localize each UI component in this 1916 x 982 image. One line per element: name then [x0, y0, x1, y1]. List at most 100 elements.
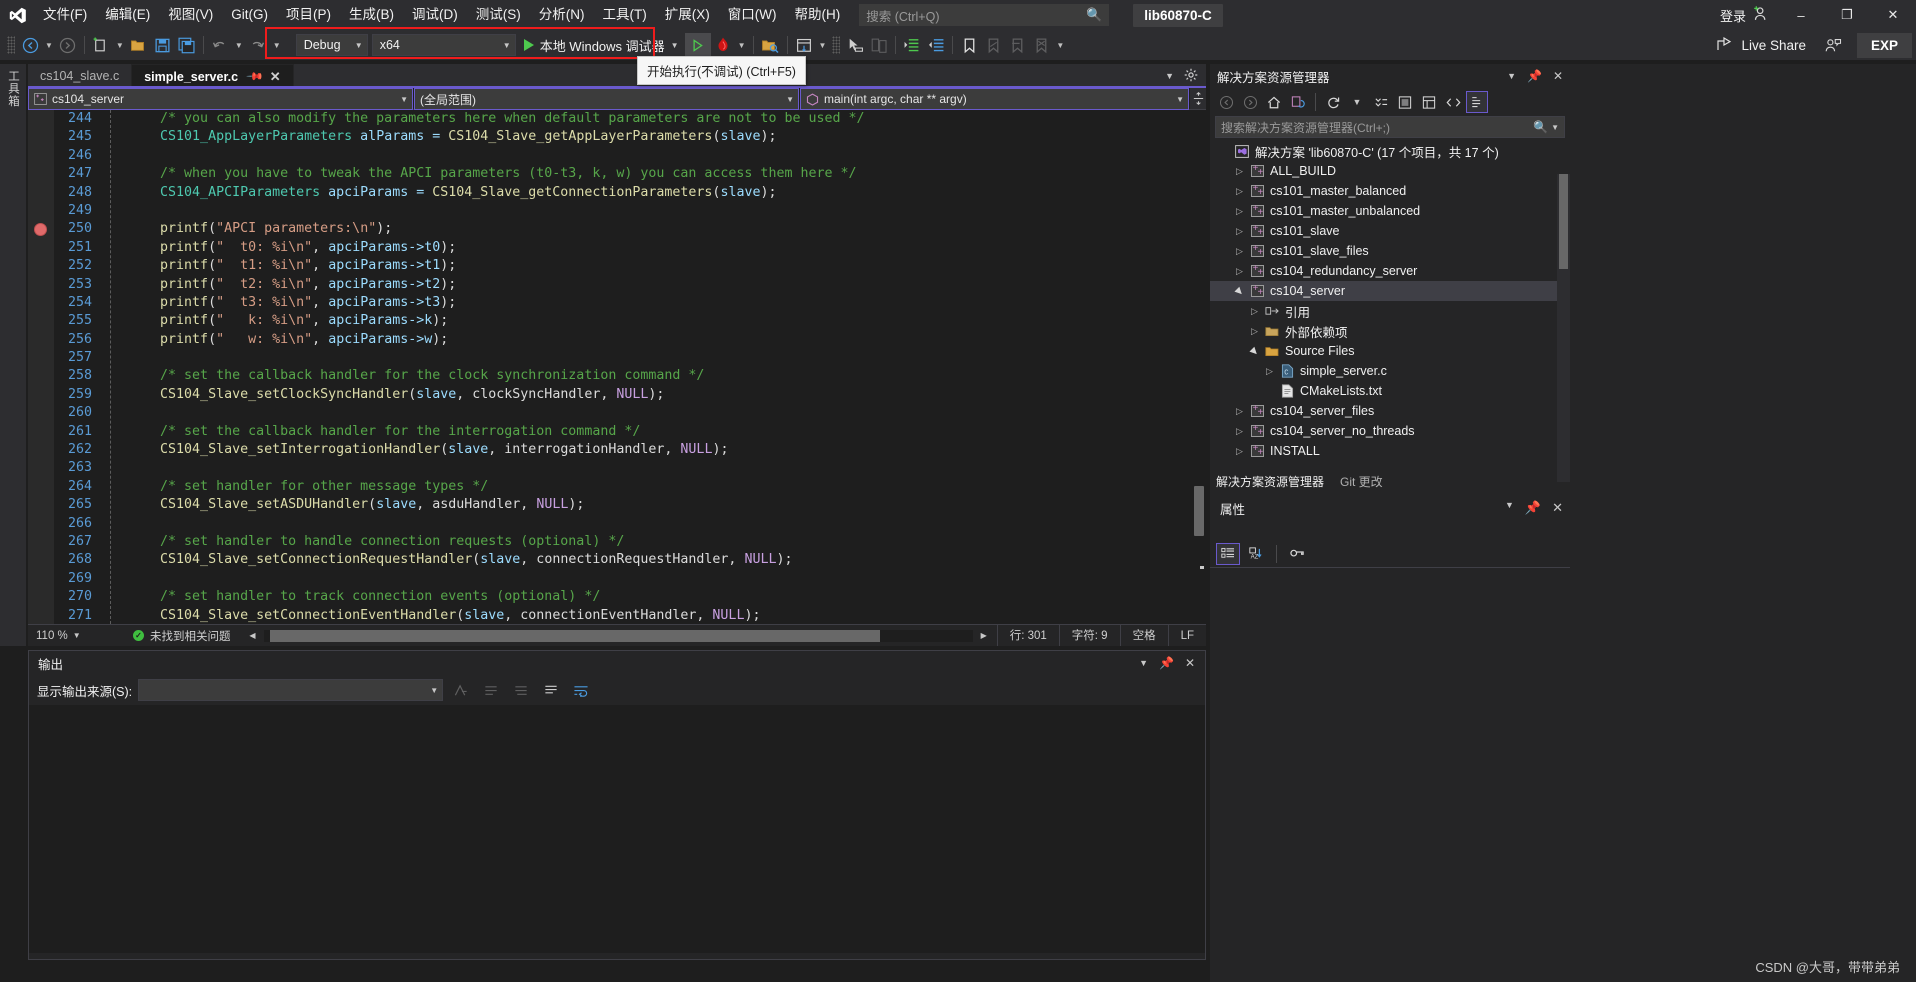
chevron-down-icon[interactable]: ▼ — [1551, 123, 1559, 132]
open-file-icon[interactable] — [127, 33, 151, 57]
indent-icon[interactable] — [900, 33, 924, 57]
menu-item-build[interactable]: 生成(B) — [340, 0, 403, 30]
pin-icon[interactable]: 📌 — [1527, 69, 1542, 83]
quick-launch-search[interactable]: 搜索 (Ctrl+Q) 🔍 — [859, 4, 1110, 26]
code-line[interactable]: CS104_Slave_setClockSyncHandler(slave, c… — [128, 386, 1206, 404]
chevron-collapsed-icon[interactable]: ▷ — [1231, 266, 1248, 277]
bookmark-next-icon[interactable] — [1005, 33, 1029, 57]
hscroll-thumb[interactable] — [269, 629, 880, 642]
compare-files-icon[interactable] — [867, 33, 891, 57]
navigate-forward-icon[interactable] — [56, 33, 80, 57]
split-window-icon[interactable] — [1190, 88, 1206, 109]
pin-icon[interactable]: 📌 — [1525, 500, 1541, 516]
code-line[interactable] — [128, 570, 1206, 588]
zoom-level-control[interactable]: 110 % ▼ — [28, 630, 124, 642]
chevron-expanded-icon[interactable]: ▶ — [1230, 281, 1250, 301]
code-line[interactable]: /* set handler for other message types *… — [128, 478, 1206, 496]
tree-item[interactable]: ▷ cs101_slave — [1210, 221, 1570, 241]
code-line[interactable] — [128, 404, 1206, 422]
code-line[interactable]: CS104_Slave_setConnectionRequestHandler(… — [128, 551, 1206, 569]
menu-item-project[interactable]: 项目(P) — [277, 0, 340, 30]
pin-icon[interactable]: 📌 — [245, 67, 264, 86]
chevron-collapsed-icon[interactable]: ▷ — [1246, 326, 1263, 337]
toolbox-rail[interactable]: 工具箱 — [0, 64, 26, 646]
code-line[interactable] — [128, 147, 1206, 165]
toolbar-overflow-icon[interactable]: ▼ — [1053, 41, 1067, 50]
tree-item[interactable]: ▷ Csimple_server.c — [1210, 361, 1570, 381]
output-source-combo[interactable]: ▼ — [138, 679, 444, 701]
solution-configuration-combo[interactable]: Debug ▼ — [295, 34, 368, 56]
editor-vertical-scrollbar[interactable] — [1192, 156, 1206, 624]
tree-item[interactable]: ▷ INSTALL — [1210, 441, 1570, 461]
forward-icon[interactable] — [1239, 91, 1261, 113]
chevron-collapsed-icon[interactable]: ▷ — [1231, 166, 1248, 177]
chevron-collapsed-icon[interactable]: ▷ — [1231, 246, 1248, 257]
tree-item[interactable]: ▷ cs101_master_balanced — [1210, 181, 1570, 201]
save-icon[interactable] — [151, 33, 175, 57]
breakpoint-glyph-margin[interactable] — [28, 110, 54, 624]
undo-dropdown-icon[interactable]: ▼ — [232, 41, 246, 50]
chevron-down-icon[interactable]: ▼ — [1139, 658, 1148, 668]
chevron-collapsed-icon[interactable]: ▷ — [1231, 406, 1248, 417]
menu-item-extensions[interactable]: 扩展(X) — [656, 0, 719, 30]
menu-item-window[interactable]: 窗口(W) — [719, 0, 786, 30]
tree-item[interactable]: ▷ ALL_BUILD — [1210, 161, 1570, 181]
chevron-down-icon[interactable]: ▼ — [1346, 91, 1368, 113]
menu-item-test[interactable]: 测试(S) — [467, 0, 530, 30]
redo-icon[interactable] — [246, 33, 270, 57]
chevron-down-icon[interactable]: ▼ — [1505, 500, 1514, 516]
tree-item[interactable]: ▷ 外部依赖项 — [1210, 321, 1570, 341]
show-all-files-icon[interactable] — [1394, 91, 1416, 113]
hot-reload-dropdown-icon[interactable]: ▼ — [735, 41, 749, 50]
tab-solution-explorer[interactable]: 解决方案资源管理器 — [1216, 473, 1324, 490]
output-toggle-icon-1[interactable] — [479, 678, 503, 702]
editor-horizontal-scrollbar[interactable]: ◀ ▶ — [246, 629, 991, 643]
close-icon[interactable]: ✕ — [270, 69, 281, 85]
categorized-icon[interactable] — [1216, 542, 1240, 565]
code-view-icon[interactable] — [1442, 91, 1464, 113]
code-line[interactable]: /* you can also modify the parameters he… — [128, 110, 1206, 128]
code-line[interactable]: /* set the callback handler for the cloc… — [128, 367, 1206, 385]
tree-item[interactable]: ▶ cs104_server — [1210, 281, 1570, 301]
tree-item[interactable]: ▷ cs104_server_no_threads — [1210, 421, 1570, 441]
close-icon[interactable]: ✕ — [1185, 656, 1195, 670]
problems-indicator[interactable]: ✓ 未找到相关问题 — [124, 628, 240, 644]
solution-explorer-scrollbar[interactable] — [1557, 174, 1570, 482]
undo-icon[interactable] — [208, 33, 232, 57]
line-ending-indicator[interactable]: LF — [1167, 624, 1206, 647]
code-line[interactable]: /* when you have to tweak the APCI param… — [128, 165, 1206, 183]
property-pages-icon[interactable] — [1285, 543, 1309, 565]
navbar-project-combo[interactable]: cs104_server ▼ — [28, 88, 413, 110]
start-debugging-button[interactable]: 本地 Windows 调试器 ▼ — [518, 33, 685, 57]
code-line[interactable]: printf(" k: %i\n", apciParams->k); — [128, 312, 1206, 330]
solution-tree[interactable]: 解决方案 'lib60870-C' (17 个项目，共 17 个) ▷ ALL_BU… — [1210, 141, 1570, 461]
start-without-debugging-icon[interactable] — [684, 33, 711, 57]
pin-icon[interactable]: 📌 — [1159, 656, 1174, 670]
restore-button[interactable]: ❐ — [1824, 0, 1870, 30]
sign-in-button[interactable]: 登录 — [1710, 5, 1778, 25]
window-layout-icon[interactable] — [792, 33, 816, 57]
redo-dropdown-icon[interactable]: ▼ — [270, 41, 284, 50]
tree-item[interactable]: ▷ cs101_master_unbalanced — [1210, 201, 1570, 221]
menu-item-view[interactable]: 视图(V) — [159, 0, 222, 30]
gear-icon[interactable] — [1184, 68, 1198, 85]
alphabetical-icon[interactable]: AZ — [1244, 543, 1268, 565]
menu-item-tools[interactable]: 工具(T) — [594, 0, 656, 30]
chevron-down-icon[interactable]: ▼ — [1507, 71, 1516, 81]
tree-item[interactable]: ▷ cs101_slave_files — [1210, 241, 1570, 261]
navbar-member-combo[interactable]: main(int argc, char ** argv) ▼ — [800, 88, 1189, 110]
menu-item-debug[interactable]: 调试(D) — [403, 0, 467, 30]
navbar-scope-combo[interactable]: (全局范围) ▼ — [414, 88, 799, 110]
code-line[interactable]: printf(" t3: %i\n", apciParams->t3); — [128, 294, 1206, 312]
collapse-all-icon[interactable] — [1370, 91, 1392, 113]
spaces-indicator[interactable]: 空格 — [1119, 624, 1168, 647]
close-button[interactable]: ✕ — [1870, 0, 1916, 30]
chevron-collapsed-icon[interactable]: ▷ — [1231, 446, 1248, 457]
tree-item[interactable]: ▷ 引用 — [1210, 301, 1570, 321]
window-layout-dropdown-icon[interactable]: ▼ — [816, 41, 830, 50]
tree-item[interactable]: CMakeLists.txt — [1210, 381, 1570, 401]
menu-item-git[interactable]: Git(G) — [222, 0, 277, 30]
close-icon[interactable]: ✕ — [1553, 69, 1563, 83]
live-share-user-icon[interactable] — [1820, 33, 1845, 57]
scroll-right-icon[interactable]: ▶ — [977, 631, 991, 640]
